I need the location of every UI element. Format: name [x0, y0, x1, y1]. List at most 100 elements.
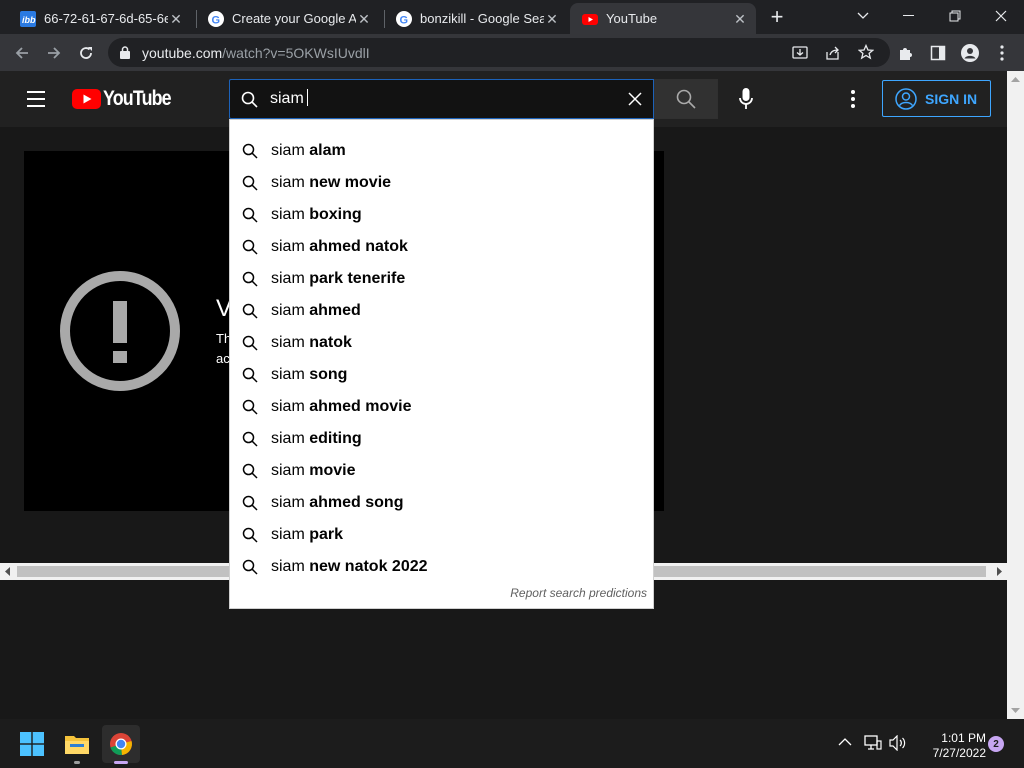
suggestion-completion: boxing [309, 206, 362, 223]
url-text: youtube.com/watch?v=5OKWsIUvdlI [142, 45, 370, 61]
extensions-button[interactable] [893, 40, 919, 66]
youtube-logo[interactable]: YouTube [72, 87, 183, 110]
back-button[interactable] [9, 40, 35, 66]
chrome-taskbar-button[interactable] [102, 725, 140, 764]
tab-search-button[interactable] [840, 0, 886, 32]
suggestion-prefix: siam [271, 558, 305, 575]
address-bar[interactable]: youtube.com/watch?v=5OKWsIUvdlI [108, 38, 890, 67]
close-window-button[interactable] [978, 0, 1024, 32]
tab-google-account[interactable]: G Create your Google Ac ✕ [196, 3, 380, 34]
suggestion-prefix: siam [271, 526, 305, 543]
search-icon [676, 89, 696, 109]
browser-toolbar: youtube.com/watch?v=5OKWsIUvdlI [0, 34, 1024, 71]
search-suggestion[interactable]: siam park [230, 519, 653, 551]
windows-taskbar: 1:01 PM 7/27/2022 2 [0, 719, 1024, 768]
tab-close-icon[interactable]: ✕ [732, 11, 748, 27]
suggestion-completion: movie [309, 462, 356, 479]
search-suggestion[interactable]: siam editing [230, 423, 653, 455]
browser-menu-button[interactable] [989, 40, 1015, 66]
folder-icon [65, 736, 89, 754]
show-hidden-icons-button[interactable] [838, 737, 852, 746]
side-panel-icon [930, 45, 946, 61]
tab-close-icon[interactable]: ✕ [544, 11, 560, 27]
search-input[interactable]: siam [270, 89, 308, 108]
suggestion-completion: alam [309, 142, 346, 159]
minimize-button[interactable] [886, 0, 932, 32]
svg-text:G: G [400, 14, 409, 26]
search-suggestion[interactable]: siam boxing [230, 199, 653, 231]
search-icon [242, 271, 258, 287]
error-alert-icon [60, 271, 180, 391]
search-suggestion[interactable]: siam movie [230, 455, 653, 487]
search-icon [242, 239, 258, 255]
guide-menu-button[interactable] [24, 87, 48, 111]
tab-imgbb[interactable]: ibb 66-72-61-67-6d-65-6e ✕ [8, 3, 192, 34]
windows-logo-icon [20, 732, 44, 756]
url-host: youtube.com [142, 45, 223, 61]
clock-date: 7/27/2022 [932, 746, 986, 760]
search-suggestion[interactable]: siam natok [230, 327, 653, 359]
microphone-icon [739, 88, 753, 109]
side-panel-button[interactable] [925, 40, 951, 66]
suggestion-prefix: siam [271, 430, 305, 447]
suggestion-completion: new movie [309, 174, 392, 191]
tab-close-icon[interactable]: ✕ [168, 11, 184, 27]
suggestion-prefix: siam [271, 270, 305, 287]
sign-in-button[interactable]: SIGN IN [882, 80, 991, 117]
suggestion-completion: ahmed natok [309, 238, 408, 255]
suggestion-list: siam alam siam new movie siam boxing siam a… [230, 135, 653, 583]
search-suggestion[interactable]: siam alam [230, 135, 653, 167]
start-button[interactable] [13, 725, 51, 763]
tab-youtube[interactable]: YouTube ✕ [570, 3, 756, 34]
ethernet-icon [864, 735, 882, 750]
arrow-right-icon [48, 47, 61, 59]
network-button[interactable] [864, 735, 882, 751]
scroll-down-arrow-icon [1011, 708, 1020, 713]
clear-search-icon[interactable] [628, 92, 642, 106]
more-vert-icon [1000, 45, 1004, 61]
system-clock[interactable]: 1:01 PM 7/27/2022 [912, 731, 986, 761]
search-suggestion[interactable]: siam ahmed movie [230, 391, 653, 423]
tab-title: YouTube [606, 11, 658, 26]
svg-text:G: G [212, 14, 221, 26]
suggestion-completion: natok [309, 334, 352, 351]
search-suggestion[interactable]: siam ahmed natok [230, 231, 653, 263]
install-app-icon [792, 46, 808, 59]
search-icon [242, 559, 258, 575]
svg-text:ibb: ibb [22, 15, 36, 25]
forward-button[interactable] [41, 40, 67, 66]
suggestion-prefix: siam [271, 494, 305, 511]
volume-button[interactable] [889, 735, 907, 751]
search-suggestion[interactable]: siam ahmed [230, 295, 653, 327]
report-search-predictions-link[interactable]: Report search predictions [510, 586, 647, 600]
suggestion-prefix: siam [271, 302, 305, 319]
file-explorer-button[interactable] [58, 725, 96, 764]
search-button[interactable] [654, 79, 718, 119]
new-tab-button[interactable]: + [766, 6, 788, 28]
settings-menu-button[interactable] [850, 89, 858, 109]
voice-search-button[interactable] [734, 87, 758, 111]
google-icon: G [396, 10, 412, 27]
suggestion-prefix: siam [271, 174, 305, 191]
search-suggestion[interactable]: siam ahmed song [230, 487, 653, 519]
restore-button[interactable] [932, 0, 978, 32]
search-suggestion[interactable]: siam new movie [230, 167, 653, 199]
search-suggestion[interactable]: siam song [230, 359, 653, 391]
sign-in-label: SIGN IN [925, 90, 978, 107]
share-icon [826, 46, 839, 60]
vertical-scrollbar[interactable] [1007, 71, 1024, 719]
suggestion-completion: editing [309, 430, 362, 447]
suggestion-prefix: siam [271, 238, 305, 255]
search-input-value: siam [270, 90, 304, 107]
search-box[interactable]: siam [229, 79, 654, 119]
search-suggestion[interactable]: siam park tenerife [230, 263, 653, 295]
tab-close-icon[interactable]: ✕ [356, 11, 372, 27]
search-icon [242, 495, 258, 511]
reload-button[interactable] [73, 40, 99, 66]
profile-button[interactable] [957, 40, 983, 66]
tab-google-search[interactable]: G bonzikill - Google Sear ✕ [384, 3, 568, 34]
scroll-right-arrow-icon [997, 567, 1002, 576]
notification-badge[interactable]: 2 [988, 736, 1004, 752]
search-suggestion[interactable]: siam new natok 2022 [230, 551, 653, 583]
search-icon [242, 175, 258, 191]
